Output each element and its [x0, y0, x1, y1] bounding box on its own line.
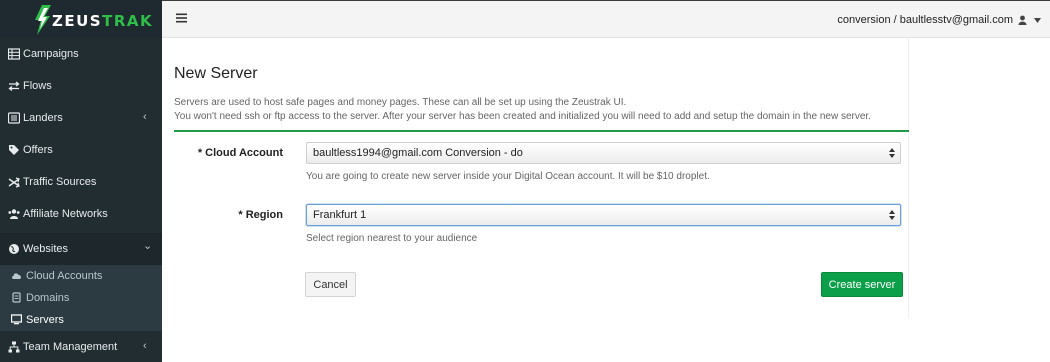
sidebar-item-label: Offers — [23, 144, 53, 156]
sidebar-item-websites[interactable]: Websites ⌄ — [0, 233, 162, 265]
region-help: Select region nearest to your audience — [306, 233, 478, 244]
user-icon — [1018, 15, 1027, 25]
chevron-down-icon: ⌄ — [143, 240, 153, 252]
page-description-line2: You won't need ssh or ftp access to the … — [174, 111, 871, 122]
sidebar-item-label: Affiliate Networks — [23, 208, 108, 220]
random-icon — [8, 177, 20, 188]
sidebar-item-label: Traffic Sources — [23, 176, 97, 188]
tag-icon — [9, 145, 19, 155]
sidebar-item-label: Landers — [23, 112, 63, 124]
sidebar-item-label: Flows — [23, 80, 52, 92]
sidebar-item-flows[interactable]: Flows — [0, 70, 162, 102]
sidebar-item-label: Campaigns — [23, 48, 79, 60]
hamburger-menu-icon[interactable] — [176, 13, 187, 23]
database-icon — [12, 292, 21, 303]
app-root: ZEUSTRAK Campaigns Flows Landers ‹ Offer… — [0, 0, 1050, 362]
table-icon — [8, 48, 20, 60]
globe-icon — [9, 244, 19, 254]
list-icon — [8, 112, 20, 124]
create-server-button[interactable]: Create server — [821, 272, 903, 297]
cloud-icon — [12, 273, 21, 279]
sidebar-item-landers[interactable]: Landers ‹ — [0, 102, 162, 134]
account-menu[interactable]: conversion / baultlesstv@gmail.com — [837, 14, 1041, 26]
main-content: New Server Servers are used to host safe… — [162, 38, 1050, 362]
region-value: Frankfurt 1 — [313, 209, 367, 221]
region-label: * Region — [238, 209, 283, 221]
submenu-item-domains[interactable]: Domains — [0, 287, 162, 309]
websites-submenu: Cloud Accounts Domains Servers — [0, 265, 162, 331]
select-arrows-icon — [889, 210, 895, 220]
chevron-left-icon: ‹ — [143, 111, 147, 123]
submenu-item-servers[interactable]: Servers — [0, 309, 162, 331]
caret-down-icon — [1034, 17, 1041, 23]
sidebar-item-label: Websites — [23, 243, 69, 255]
submenu-item-cloud-accounts[interactable]: Cloud Accounts — [0, 265, 162, 287]
submenu-item-label: Domains — [26, 292, 70, 304]
sidebar-item-team-management[interactable]: Team Management ‹ — [0, 331, 162, 362]
cloud-account-select[interactable]: baultless1994@gmail.com Conversion - do — [306, 142, 901, 164]
arrows-icon — [8, 81, 20, 92]
region-select[interactable]: Frankfurt 1 — [306, 204, 901, 226]
cloud-account-label: * Cloud Account — [197, 147, 283, 159]
panel-edge — [908, 38, 909, 318]
cloud-account-help: You are going to create new server insid… — [306, 171, 710, 182]
top-header: conversion / baultlesstv@gmail.com — [162, 1, 1050, 38]
select-arrows-icon — [889, 148, 895, 158]
sidebar-item-traffic-sources[interactable]: Traffic Sources — [0, 166, 162, 198]
sidebar-item-campaigns[interactable]: Campaigns — [0, 38, 162, 70]
sidebar: ZEUSTRAK Campaigns Flows Landers ‹ Offer… — [0, 0, 162, 362]
page-description-line1: Servers are used to host safe pages and … — [174, 97, 627, 108]
brand-name: ZEUSTRAK — [52, 12, 154, 30]
chevron-left-icon: ‹ — [143, 340, 147, 352]
cancel-button[interactable]: Cancel — [305, 272, 356, 297]
cloud-account-value: baultless1994@gmail.com Conversion - do — [313, 147, 523, 159]
page-title: New Server — [174, 65, 258, 82]
sitemap-icon — [8, 341, 20, 353]
account-label: conversion / baultlesstv@gmail.com — [837, 14, 1013, 26]
desktop-icon — [11, 314, 22, 325]
section-divider — [174, 130, 909, 132]
submenu-item-label: Servers — [26, 314, 64, 326]
brand-logo[interactable]: ZEUSTRAK — [0, 0, 162, 38]
users-icon — [8, 209, 20, 219]
sidebar-item-label: Team Management — [23, 341, 118, 353]
lightning-bolt-icon — [35, 5, 51, 35]
submenu-item-label: Cloud Accounts — [26, 270, 103, 282]
